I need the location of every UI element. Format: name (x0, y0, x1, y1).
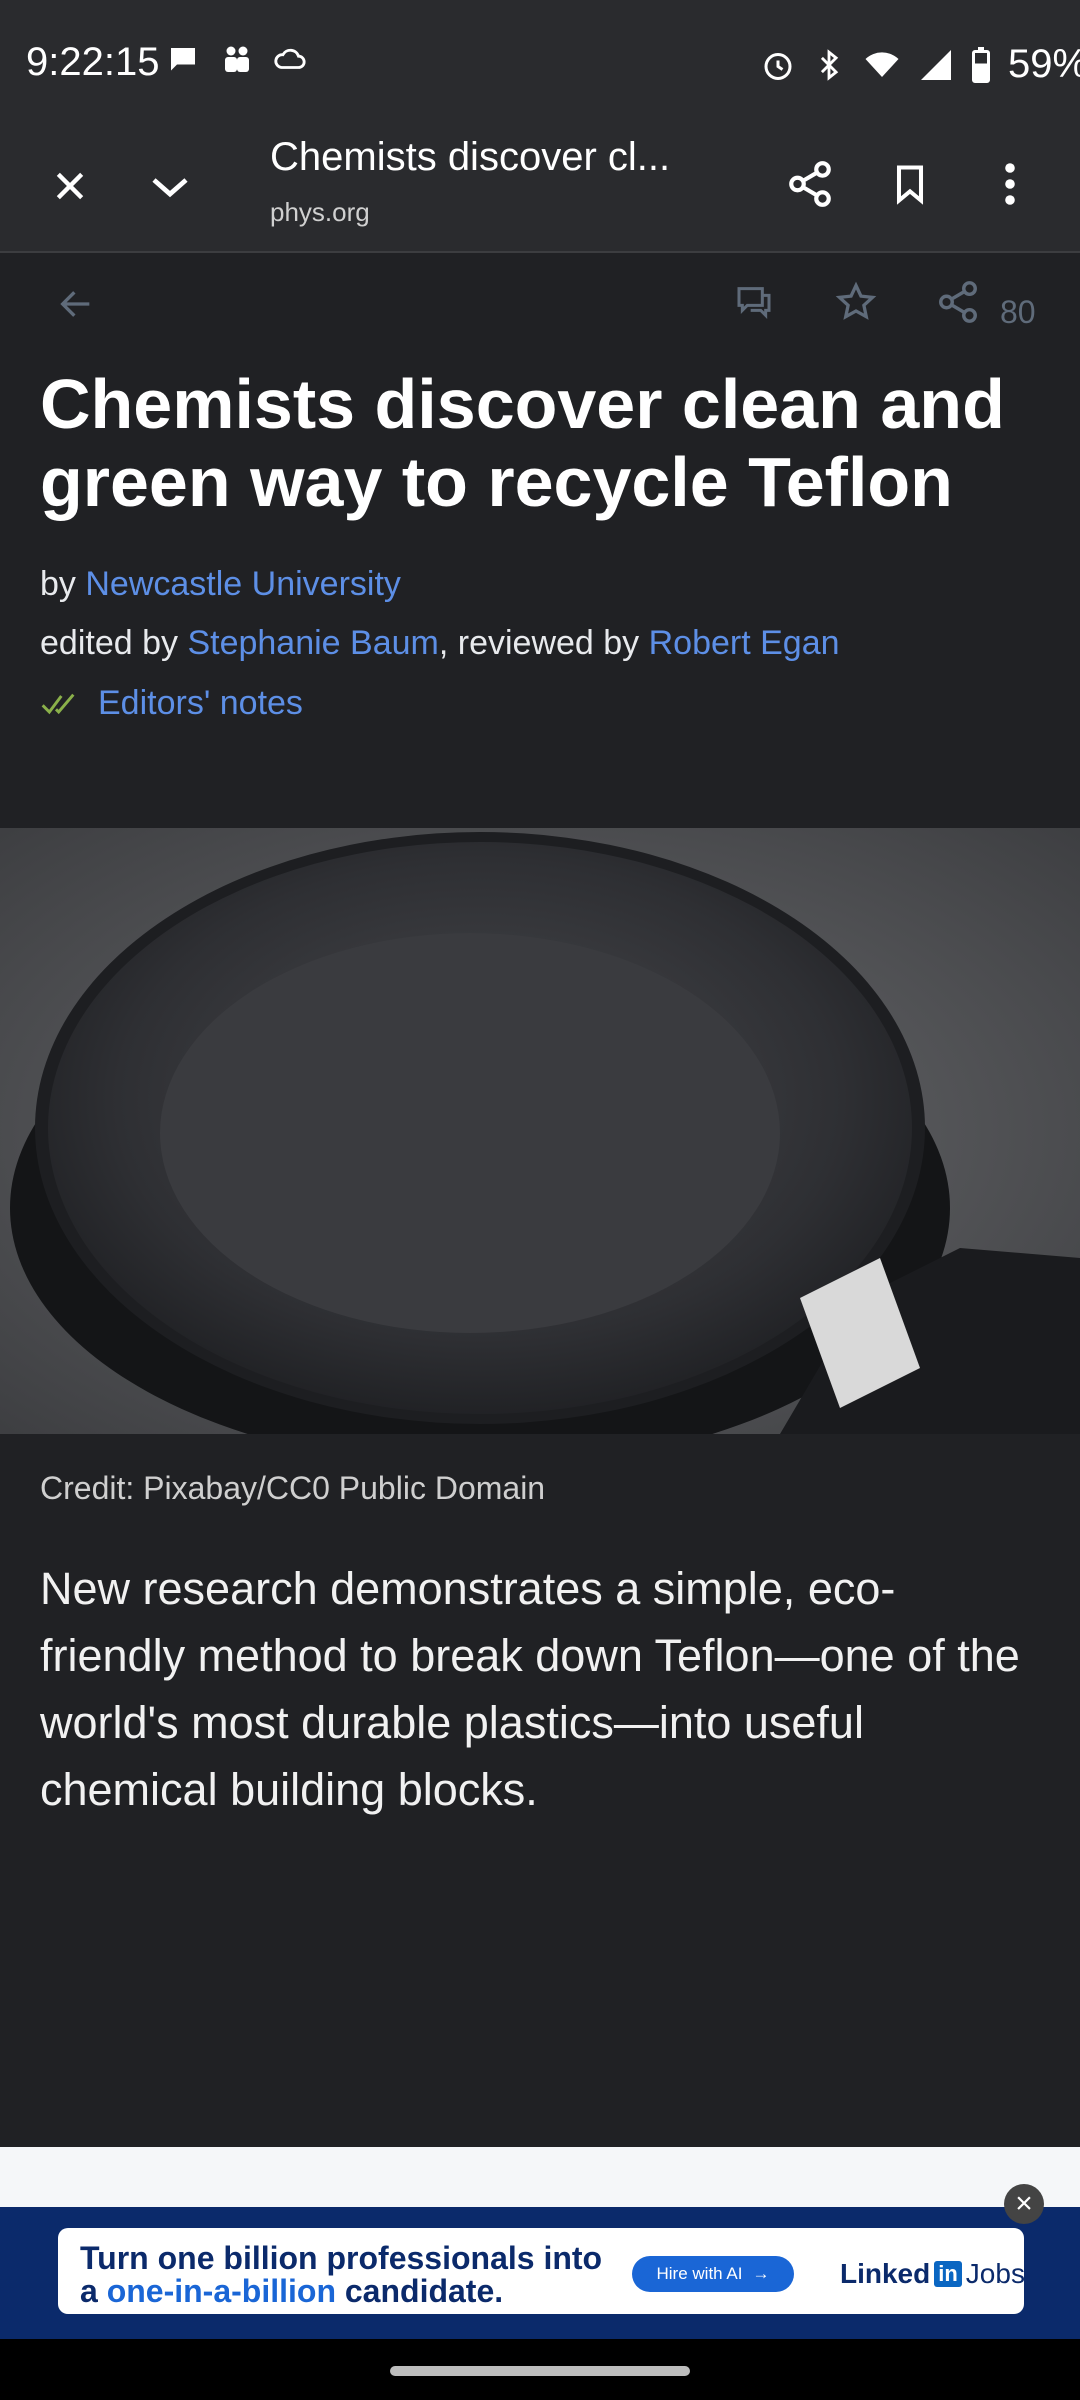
share-count: 80 (1000, 294, 1036, 330)
favorite-button[interactable] (824, 272, 888, 332)
arrow-right-icon: → (752, 2264, 770, 2283)
page-title: Chemists discover cl... (270, 135, 671, 179)
ad-line-2-prefix: a (80, 2273, 107, 2309)
ad-copy: Turn one billion professionals into a on… (80, 2242, 602, 2308)
close-icon (56, 172, 84, 200)
wifi-icon (865, 51, 899, 77)
more-vert-icon (1005, 163, 1015, 205)
article-image (0, 828, 1080, 1434)
byline-prefix: by (40, 565, 86, 603)
chevron-down-icon (152, 178, 188, 198)
cell-signal-icon (921, 49, 951, 80)
more-options-button[interactable] (974, 148, 1046, 220)
reviewer-link[interactable]: Robert Egan (649, 624, 840, 662)
ad-divider (0, 2147, 1080, 2207)
reviewed-prefix: , reviewed by (438, 624, 649, 662)
edited-prefix: edited by (40, 624, 188, 662)
close-tab-button[interactable] (34, 150, 106, 222)
ad-line-2-suffix: candidate. (335, 2273, 504, 2309)
linkedin-logo: in (934, 2261, 962, 2287)
back-button[interactable] (44, 276, 108, 332)
author-link[interactable]: Newcastle University (85, 565, 401, 603)
ad-brand-suffix: Jobs (965, 2258, 1025, 2289)
status-notification-icons (165, 42, 307, 78)
bookmark-icon (896, 165, 924, 205)
status-time: 9:22:15 (26, 40, 160, 84)
battery-icon (972, 46, 990, 83)
editors-notes-label: Editors' notes (98, 684, 303, 722)
comments-icon (737, 287, 771, 319)
alarm-icon (764, 52, 792, 80)
share-icon (939, 281, 977, 323)
home-gesture-handle[interactable] (390, 2366, 690, 2376)
article-share-button[interactable] (926, 272, 990, 332)
editors-notes-link[interactable]: Editors' notes (40, 684, 303, 723)
editor-link[interactable]: Stephanie Baum (187, 624, 438, 662)
ad-brand-text: Linked (840, 2258, 931, 2289)
ad-brand: Linked in Jobs (840, 2258, 1025, 2290)
double-check-icon (41, 693, 75, 714)
status-system-icons: 59% (760, 42, 1080, 87)
share-icon (789, 161, 831, 207)
article-headline: Chemists discover clean and green way to… (40, 365, 1005, 521)
page-url: phys.org (270, 197, 370, 227)
ad-close-button[interactable]: × (1004, 2184, 1044, 2224)
battery-percent: 59% (1008, 42, 1080, 86)
bluetooth-icon (820, 48, 839, 81)
image-credit: Credit: Pixabay/CC0 Public Domain (40, 1470, 546, 1506)
ad-line-2-accent: one-in-a-billion (106, 2273, 336, 2309)
chat-notification-icon (171, 48, 195, 71)
people-notification-icon (225, 46, 249, 72)
share-button[interactable] (774, 148, 846, 220)
minimize-button[interactable] (134, 150, 206, 222)
ad-line-1: Turn one billion professionals into (80, 2240, 603, 2276)
comments-button[interactable] (722, 272, 786, 332)
article-lead-paragraph: New research demonstrates a simple, eco-… (40, 1563, 1020, 1815)
ad-cta-label: Hire with AI (656, 2264, 743, 2283)
cloud-notification-icon (274, 48, 306, 69)
editor-line: edited by Stephanie Baum, reviewed by Ro… (40, 624, 840, 663)
star-icon (835, 281, 877, 320)
ad-cta-button[interactable]: Hire with AI → (632, 2256, 794, 2292)
bookmark-button[interactable] (874, 148, 946, 220)
arrow-left-icon (60, 291, 90, 317)
ad-line-2: a one-in-a-billion candidate. (80, 2275, 602, 2308)
byline: by Newcastle University (40, 565, 401, 604)
